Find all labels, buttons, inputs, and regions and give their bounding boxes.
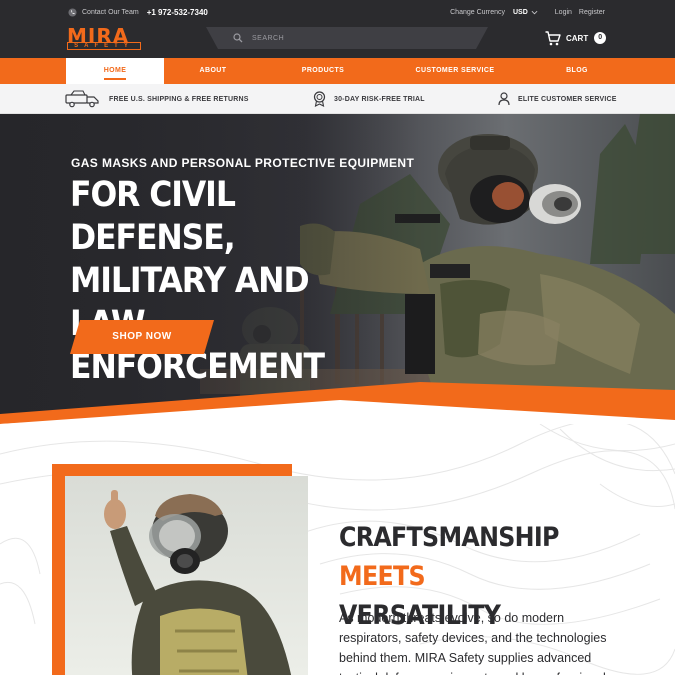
main-navigation: HOME ABOUT PRODUCTS CUSTOMER SERVICE BLO… <box>0 58 675 84</box>
truck-icon <box>65 90 99 108</box>
header: Contact Our Team +1 972-532-7340 Change … <box>0 0 675 58</box>
cart-count-badge: 0 <box>594 32 607 44</box>
shop-now-button[interactable]: SHOP NOW <box>70 320 214 354</box>
benefit-shipping-label: FREE U.S. SHIPPING & FREE RETURNS <box>109 95 249 103</box>
benefit-service: ELITE CUSTOMER SERVICE <box>498 84 617 114</box>
search-bar <box>206 27 488 49</box>
benefit-trial-label: 30-DAY RISK-FREE TRIAL <box>334 95 425 103</box>
contact-link[interactable]: Contact Our Team <box>82 9 139 16</box>
benefit-trial: 30-DAY RISK-FREE TRIAL <box>313 84 425 114</box>
login-link[interactable]: Login <box>555 9 572 16</box>
hero-title: FOR CIVIL DEFENSE, MILITARY AND LAW ENFO… <box>70 175 325 387</box>
nav-item-home[interactable]: HOME <box>66 58 164 84</box>
currency-label: Change Currency <box>450 8 505 16</box>
badge-icon <box>313 91 326 107</box>
hero-kicker: GAS MASKS AND PERSONAL PROTECTIVE EQUIPM… <box>71 156 415 170</box>
nav-item-products[interactable]: PRODUCTS <box>274 58 372 84</box>
hero-banner: GAS MASKS AND PERSONAL PROTECTIVE EQUIPM… <box>0 114 675 424</box>
chevron-down-icon[interactable] <box>531 9 538 16</box>
currency-select[interactable]: USD <box>513 9 528 16</box>
search-icon[interactable] <box>233 33 243 43</box>
register-link[interactable]: Register <box>579 9 605 16</box>
benefit-service-label: ELITE CUSTOMER SERVICE <box>518 95 617 103</box>
mira-safety-logo[interactable]: MIRA SAFETY <box>67 24 141 50</box>
benefit-shipping: FREE U.S. SHIPPING & FREE RETURNS <box>65 84 249 114</box>
section-title-accent: MEETS <box>339 561 426 592</box>
soldier-thumbs-up-image <box>65 476 308 675</box>
benefits-strip: FREE U.S. SHIPPING & FREE RETURNS 30-DAY… <box>0 84 675 114</box>
cart-label: CART <box>566 33 589 43</box>
logo-subtitle: SAFETY <box>74 43 134 49</box>
phone-icon <box>68 7 77 17</box>
nav-item-about[interactable]: ABOUT <box>164 58 262 84</box>
phone-number[interactable]: +1 972-532-7340 <box>147 8 208 17</box>
section-body-text: As modern threats evolve, so do modern r… <box>339 611 612 675</box>
nav-item-customer-service[interactable]: CUSTOMER SERVICE <box>400 58 510 84</box>
section-title-part1: CRAFTSMANSHIP <box>339 522 559 553</box>
person-icon <box>498 92 510 106</box>
cart-button[interactable]: CART 0 <box>545 29 607 47</box>
craftsmanship-section: CRAFTSMANSHIP MEETS VERSATILITY As moder… <box>0 424 675 675</box>
shopping-cart-icon <box>545 30 561 45</box>
nav-item-blog[interactable]: BLOG <box>537 58 617 84</box>
shop-now-label: SHOP NOW <box>112 331 172 342</box>
contact-bar: Contact Our Team +1 972-532-7340 <box>68 6 208 18</box>
account-bar: Change Currency USD Login Register <box>450 6 605 18</box>
search-input[interactable] <box>252 30 462 46</box>
